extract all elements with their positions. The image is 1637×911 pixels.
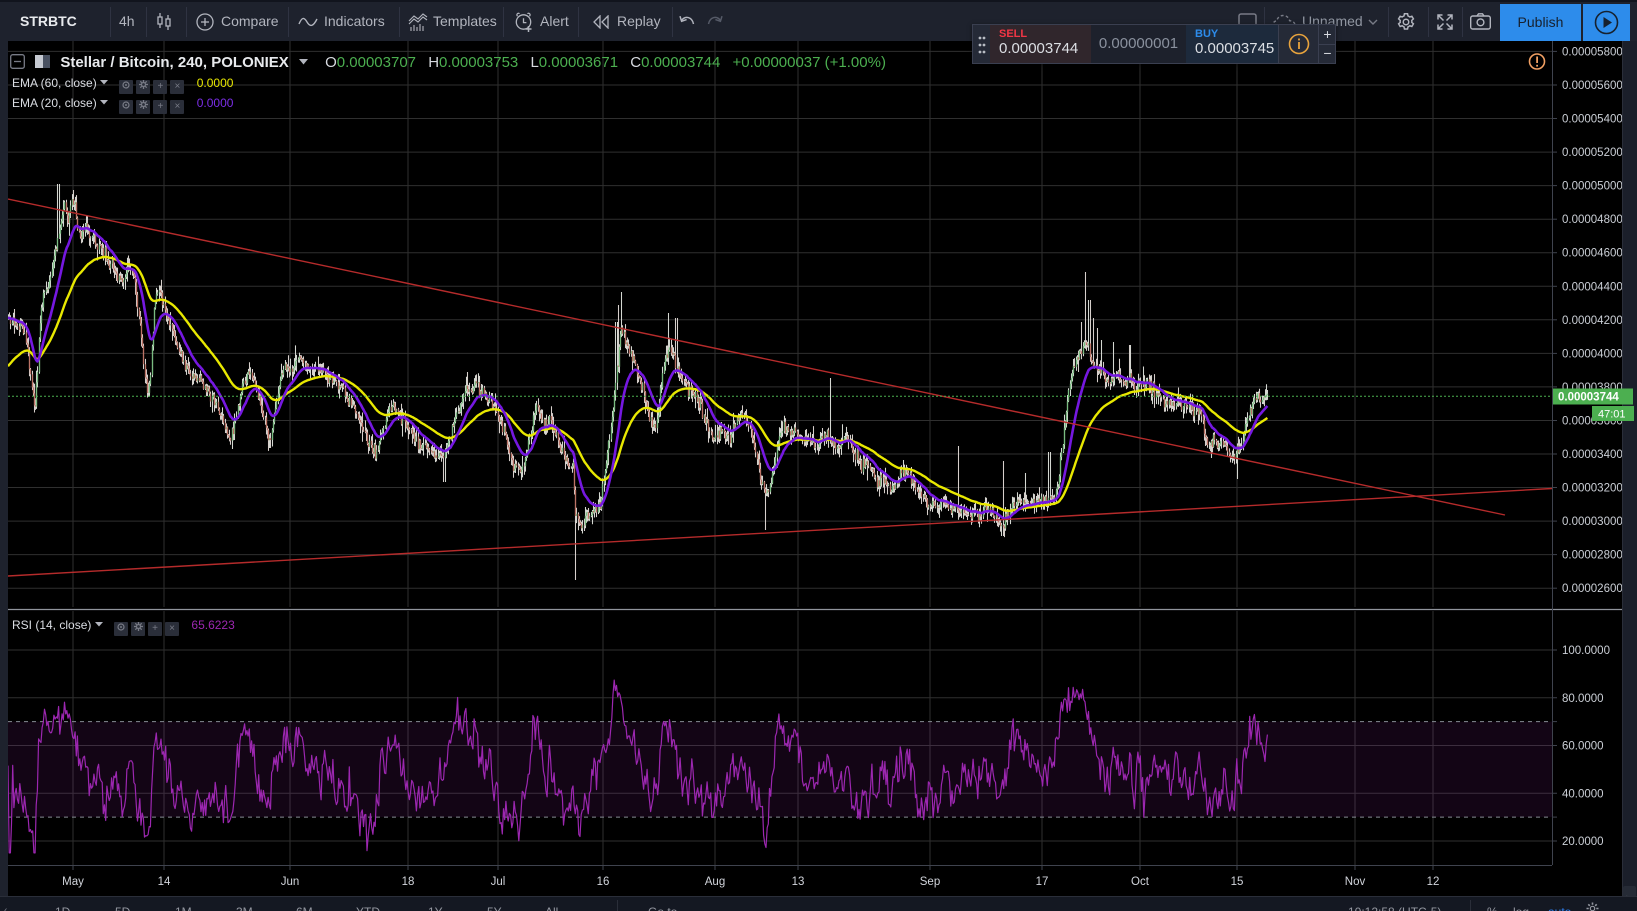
- svg-text:0.00005600: 0.00005600: [1562, 80, 1623, 92]
- svg-text:0.00003200: 0.00003200: [1562, 483, 1623, 495]
- svg-text:May: May: [62, 876, 84, 888]
- svg-text:0.00005000: 0.00005000: [1562, 181, 1623, 193]
- svg-text:12: 12: [1427, 876, 1440, 888]
- svg-text:0.00005800: 0.00005800: [1562, 46, 1623, 58]
- svg-text:14: 14: [158, 876, 171, 888]
- svg-text:0.00002800: 0.00002800: [1562, 550, 1623, 562]
- svg-text:0.00004400: 0.00004400: [1562, 281, 1623, 293]
- svg-text:0.00003000: 0.00003000: [1562, 516, 1623, 528]
- svg-text:Sep: Sep: [920, 876, 940, 888]
- svg-text:100.0000: 100.0000: [1562, 645, 1610, 657]
- svg-text:0.00004200: 0.00004200: [1562, 315, 1623, 327]
- svg-text:Jun: Jun: [281, 876, 300, 888]
- svg-text:0.00002600: 0.00002600: [1562, 583, 1623, 595]
- svg-text:17: 17: [1036, 876, 1049, 888]
- svg-text:Aug: Aug: [705, 876, 725, 888]
- svg-text:0.00003744: 0.00003744: [1558, 392, 1619, 404]
- svg-text:Jul: Jul: [491, 876, 506, 888]
- svg-text:60.0000: 60.0000: [1562, 741, 1604, 753]
- svg-text:0.00004600: 0.00004600: [1562, 248, 1623, 260]
- svg-text:0.00004000: 0.00004000: [1562, 348, 1623, 360]
- svg-text:40.0000: 40.0000: [1562, 788, 1604, 800]
- svg-text:0.00003400: 0.00003400: [1562, 449, 1623, 461]
- svg-text:0.00005200: 0.00005200: [1562, 147, 1623, 159]
- svg-text:0.00005400: 0.00005400: [1562, 114, 1623, 126]
- svg-text:16: 16: [597, 876, 610, 888]
- svg-text:18: 18: [402, 876, 415, 888]
- svg-text:15: 15: [1231, 876, 1244, 888]
- svg-text:47:01: 47:01: [1598, 409, 1626, 421]
- svg-text:0.00004800: 0.00004800: [1562, 214, 1623, 226]
- svg-text:20.0000: 20.0000: [1562, 836, 1604, 848]
- svg-text:80.0000: 80.0000: [1562, 693, 1604, 705]
- svg-text:Nov: Nov: [1345, 876, 1366, 888]
- svg-text:Oct: Oct: [1131, 876, 1150, 888]
- svg-text:13: 13: [792, 876, 805, 888]
